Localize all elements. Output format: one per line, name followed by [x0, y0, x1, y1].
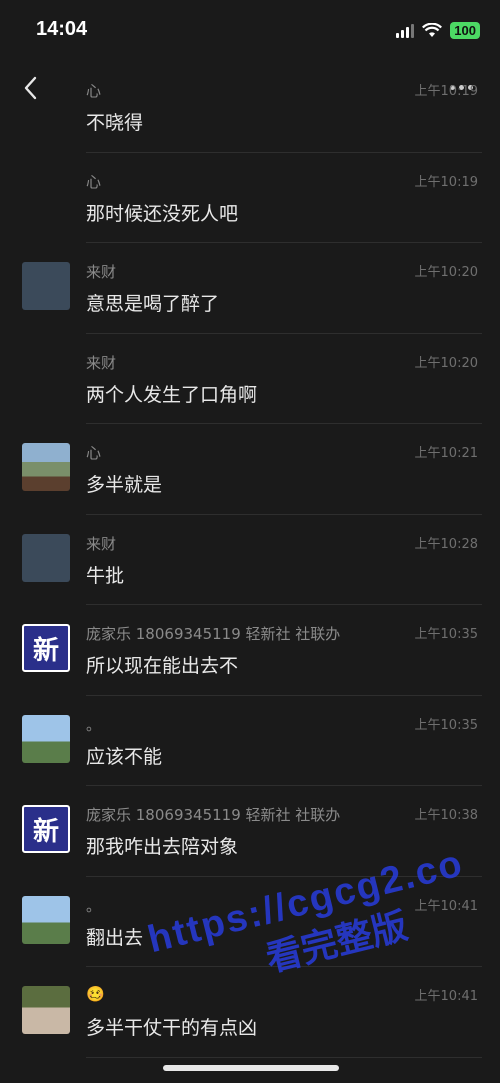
message-time: 上午10:41 — [414, 989, 478, 1004]
message-item[interactable]: 来财牛批 上午10:28 — [0, 515, 500, 605]
message-text: 翻出去 — [86, 926, 144, 949]
message-time: 上午10:41 — [414, 898, 478, 914]
avatar[interactable] — [22, 533, 70, 582]
sender-name: 来财 — [86, 534, 117, 553]
sender-name: 。 — [86, 896, 102, 915]
avatar[interactable] — [22, 262, 70, 310]
avatar[interactable]: 新 — [22, 624, 70, 672]
sender-name: 心 — [86, 172, 102, 191]
status-time: 14:04 — [36, 18, 88, 40]
message-time: 上午10:19 — [414, 174, 478, 190]
message-text: 两个人发生了口角啊 — [86, 383, 258, 406]
sender-name: 庞家乐 18069345119 轻新社 社联办 — [86, 625, 341, 643]
message-text: 所以现在能出去不 — [86, 655, 239, 677]
message-item[interactable]: 心多半就是 上午10:21 — [0, 424, 500, 515]
message-text: 牛批 — [86, 564, 125, 587]
avatar[interactable] — [22, 443, 70, 491]
sender-name: 🥴 — [86, 985, 105, 1003]
message-item[interactable]: 。翻出去 上午10:41 — [0, 877, 500, 967]
message-time: 上午10:38 — [414, 808, 478, 823]
sender-name: 庞家乐 18069345119 轻新社 社联办 — [86, 806, 341, 824]
message-item[interactable]: 。应该不能 上午10:35 — [0, 696, 500, 786]
message-item[interactable]: 新庞家乐 18069345119 轻新社 社联办所以现在能出去不 上午10:35 — [0, 605, 500, 696]
message-text: 不晓得 — [86, 112, 144, 134]
message-item[interactable]: 心那时候还没死人吧 上午10:19 — [0, 153, 500, 243]
home-indicator[interactable] — [163, 1065, 339, 1071]
message-text: 多半干仗干的有点凶 — [86, 1017, 258, 1039]
message-item[interactable]: 新庞家乐 18069345119 轻新社 社联办那我咋出去陪对象 上午10:38 — [0, 786, 500, 877]
message-time: 上午10:20 — [414, 355, 478, 371]
sender-name: 心 — [86, 444, 102, 462]
avatar[interactable] — [22, 986, 70, 1034]
message-text: 那时候还没死人吧 — [86, 202, 239, 225]
status-bar: 14:04 100 — [0, 0, 500, 60]
message-text: 多半就是 — [86, 474, 163, 496]
message-time: 上午10:28 — [414, 536, 478, 552]
avatar[interactable] — [22, 895, 70, 944]
message-text: 意思是喝了醉了 — [86, 293, 220, 315]
message-text: 那我咋出去陪对象 — [86, 836, 239, 858]
partial-message-row — [0, 1071, 500, 1083]
sender-name: 来财 — [86, 353, 117, 372]
message-time: 上午10:35 — [414, 717, 478, 733]
message-time: 上午10:35 — [414, 627, 478, 642]
message-time: 上午10:20 — [414, 265, 478, 280]
sender-name: 来财 — [86, 263, 117, 281]
sender-name: 心 — [86, 82, 102, 100]
cellular-signal-icon — [396, 23, 415, 38]
message-text: 应该不能 — [86, 745, 163, 768]
avatar[interactable] — [22, 714, 70, 763]
status-icons: 100 — [396, 22, 480, 39]
sender-name: 。 — [86, 715, 102, 734]
message-item[interactable]: 来财意思是喝了醉了 上午10:20 — [0, 243, 500, 334]
message-item[interactable]: 🥴 多半干仗干的有点凶 上午10:41 — [0, 967, 500, 1058]
avatar[interactable]: 新 — [22, 805, 70, 853]
message-list: 心不晓得 上午10:19 心那时候还没死人吧 上午10:19 来财 意思是喝了醉了 上午10… — [0, 62, 500, 1058]
message-time: 上午10:19 — [414, 84, 478, 99]
wifi-icon — [422, 23, 443, 37]
message-time: 上午10:21 — [414, 446, 478, 461]
message-item[interactable]: 来财两个人发生了口角啊 上午10:20 — [0, 334, 500, 424]
message-item[interactable]: 心不晓得 上午10:19 — [0, 62, 500, 153]
divider — [86, 1056, 482, 1058]
battery-indicator: 100 — [450, 22, 480, 39]
